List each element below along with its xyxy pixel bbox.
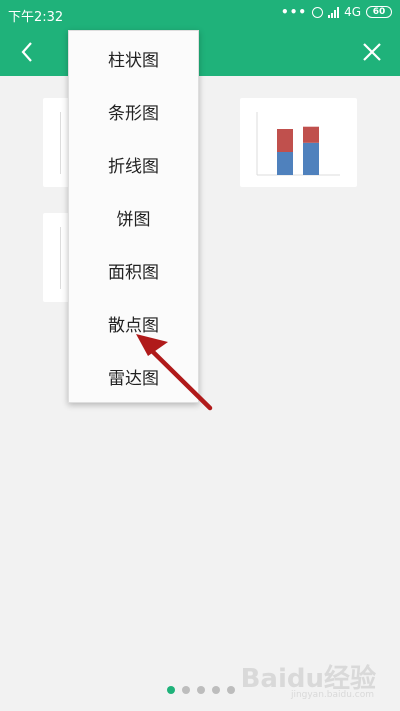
menu-item-pie-chart[interactable]: 饼图: [69, 191, 198, 244]
thumbnail-bar-top: [303, 126, 319, 143]
more-notifications-icon: •••: [281, 5, 308, 19]
signal-icon: [328, 6, 340, 18]
page-dot[interactable]: [227, 686, 235, 694]
page-dot[interactable]: [182, 686, 190, 694]
status-bar: 下午2:32 ••• 4G 60: [0, 0, 400, 28]
alarm-icon: [312, 6, 324, 18]
menu-item-radar-chart[interactable]: 雷达图: [69, 350, 198, 403]
thumbnail-axis: [60, 112, 61, 174]
menu-item-area-chart[interactable]: 面积图: [69, 244, 198, 297]
thumbnail-bar-top: [277, 129, 293, 152]
watermark-url: jingyan.baidu.com: [290, 690, 374, 700]
chart-template-card-2[interactable]: [240, 98, 357, 187]
stacked-bar-thumbnail: [256, 112, 340, 176]
chevron-left-icon[interactable]: [16, 40, 40, 64]
page-dot[interactable]: [167, 686, 175, 694]
app-header: [0, 28, 400, 76]
status-time: 下午2:32: [8, 10, 64, 25]
thumbnail-axis: [60, 227, 61, 289]
menu-item-line-chart[interactable]: 折线图: [69, 138, 198, 191]
menu-item-bar-chart[interactable]: 条形图: [69, 85, 198, 138]
page-dot[interactable]: [212, 686, 220, 694]
close-icon[interactable]: [360, 40, 384, 64]
thumbnail-bar-bottom: [303, 142, 319, 175]
page-dot[interactable]: [197, 686, 205, 694]
chart-type-dropdown: 柱状图 条形图 折线图 饼图 面积图 散点图 雷达图: [68, 30, 199, 403]
menu-item-scatter-chart[interactable]: 散点图: [69, 297, 198, 350]
battery-icon: 60: [366, 6, 392, 18]
status-icons: ••• 4G 60: [281, 5, 392, 19]
network-type: 4G: [344, 5, 361, 19]
thumbnail-bar-bottom: [277, 152, 293, 175]
page-indicator: [167, 686, 235, 694]
menu-item-column-chart[interactable]: 柱状图: [69, 32, 198, 85]
battery-level: 60: [372, 6, 386, 17]
